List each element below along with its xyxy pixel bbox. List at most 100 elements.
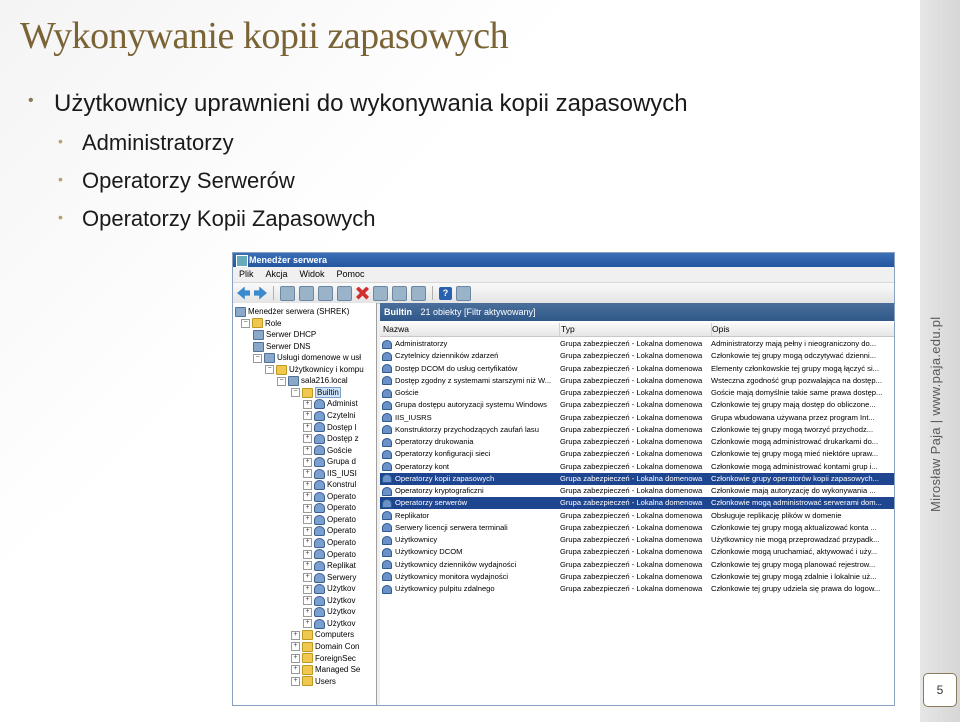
expand-toggle-icon[interactable]: + (303, 411, 312, 421)
tree-item[interactable]: + Operato (303, 491, 356, 503)
back-arrow-icon[interactable] (237, 286, 250, 300)
group-row[interactable]: Operatorzy serwerów Grupa zabezpieczeń - … (380, 497, 894, 510)
expand-toggle-icon[interactable]: + (291, 642, 300, 652)
expand-toggle-icon[interactable]: − (277, 376, 286, 386)
group-row[interactable]: Operatorzy kont Grupa zabezpieczeń - Loka… (380, 461, 894, 473)
delete-icon[interactable] (356, 286, 369, 300)
group-row[interactable]: Użytkownicy pulpitu zdalnego Grupa zabezp… (380, 583, 894, 595)
expand-toggle-icon[interactable]: + (303, 480, 312, 490)
filter-icon[interactable] (456, 285, 471, 301)
menu-view[interactable]: Widok (300, 267, 325, 282)
expand-toggle-icon[interactable]: + (303, 434, 312, 444)
tree-item[interactable]: + Operato (303, 537, 356, 549)
tree-item[interactable]: + Operato (303, 502, 356, 514)
tree-item[interactable]: Serwer DNS (253, 341, 310, 353)
expand-toggle-icon[interactable]: + (303, 399, 312, 409)
tree-item[interactable]: − sala216.local (277, 375, 348, 387)
expand-toggle-icon[interactable]: + (303, 445, 312, 455)
group-row[interactable]: Grupa dostępu autoryzacji systemu Window… (380, 399, 894, 411)
tree-item[interactable]: − Role (241, 318, 281, 330)
cut-icon[interactable] (318, 285, 333, 301)
group-row[interactable]: Goście Grupa zabezpieczeń - Lokalna domen… (380, 387, 894, 399)
tree-item[interactable]: Menedżer serwera (SHREK) (235, 306, 349, 318)
group-row[interactable]: Użytkownicy dzienników wydajności Grupa z… (380, 559, 894, 571)
copy-icon[interactable] (337, 285, 352, 301)
group-row[interactable]: IIS_IUSRS Grupa zabezpieczeń - Lokalna do… (380, 412, 894, 424)
group-row[interactable]: Dostęp DCOM do usług certyfikatów Grupa z… (380, 363, 894, 375)
tree-item[interactable]: − Użytkownicy i kompu (265, 364, 364, 376)
tree-item[interactable]: + Managed Se (291, 664, 360, 676)
expand-toggle-icon[interactable]: + (303, 561, 312, 571)
column-name[interactable]: Nazwa (380, 323, 560, 336)
expand-toggle-icon[interactable]: + (303, 607, 312, 617)
export-icon[interactable] (411, 285, 426, 301)
menu-file[interactable]: Plik (239, 267, 254, 282)
group-row[interactable]: Operatorzy kopii zapasowych Grupa zabezpi… (380, 472, 894, 485)
properties-icon[interactable] (373, 285, 388, 301)
group-row[interactable]: Czytelnicy dzienników zdarzeń Grupa zabez… (380, 350, 894, 362)
group-row[interactable]: Serwery licencji serwera terminali Grupa … (380, 522, 894, 534)
expand-toggle-icon[interactable]: + (303, 619, 312, 629)
window-titlebar[interactable]: Menedżer serwera (233, 253, 894, 267)
group-row[interactable]: Administratorzy Grupa zabezpieczeń - Loka… (380, 338, 894, 350)
menu-action[interactable]: Akcja (266, 267, 288, 282)
tree-item[interactable]: Serwer DHCP (253, 329, 316, 341)
expand-toggle-icon[interactable]: + (291, 665, 300, 675)
help-icon[interactable]: ? (439, 286, 452, 300)
expand-toggle-icon[interactable]: + (303, 515, 312, 525)
group-row[interactable]: Dostęp zgodny z systemami starszymi niż … (380, 375, 894, 387)
tree-item[interactable]: + Dostęp l (303, 422, 356, 434)
tree-item[interactable]: − Usługi domenowe w usł (253, 352, 361, 364)
expand-toggle-icon[interactable]: − (265, 365, 274, 375)
tree-item[interactable]: + Konstrul (303, 479, 356, 491)
tree-item[interactable]: − Builtin (291, 386, 341, 399)
tree-item[interactable]: + Grupa d (303, 456, 356, 468)
expand-toggle-icon[interactable]: + (303, 526, 312, 536)
expand-toggle-icon[interactable]: − (291, 388, 300, 398)
tree-item[interactable]: + Użytkov (303, 595, 355, 607)
tree-item[interactable]: + Replikat (303, 560, 356, 572)
tree-item[interactable]: + Operato (303, 549, 356, 561)
expand-toggle-icon[interactable]: + (303, 549, 312, 559)
expand-toggle-icon[interactable]: + (303, 573, 312, 583)
tree-item[interactable]: + Użytkov (303, 583, 355, 595)
expand-toggle-icon[interactable]: + (303, 584, 312, 594)
expand-toggle-icon[interactable]: + (303, 422, 312, 432)
tree-item[interactable]: + Computers (291, 629, 354, 641)
menu-help[interactable]: Pomoc (337, 267, 365, 282)
expand-toggle-icon[interactable]: + (291, 653, 300, 663)
tree-item[interactable]: + Serwery (303, 572, 356, 584)
group-row[interactable]: Operatorzy konfiguracji sieci Grupa zabez… (380, 448, 894, 460)
expand-toggle-icon[interactable]: + (303, 469, 312, 479)
refresh-icon[interactable] (392, 285, 407, 301)
group-row[interactable]: Operatorzy drukowania Grupa zabezpieczeń … (380, 436, 894, 448)
expand-toggle-icon[interactable]: + (303, 503, 312, 513)
group-row[interactable]: Użytkownicy DCOM Grupa zabezpieczeń - Lok… (380, 546, 894, 558)
forward-arrow-icon[interactable] (254, 286, 267, 300)
expand-toggle-icon[interactable]: + (303, 538, 312, 548)
tree-item[interactable]: + Operato (303, 525, 356, 537)
expand-toggle-icon[interactable]: − (241, 318, 250, 328)
expand-toggle-icon[interactable]: + (291, 676, 300, 686)
tree-item[interactable]: + Użytkov (303, 618, 355, 630)
group-row[interactable]: Konstruktorzy przychodzących zaufań lasu… (380, 424, 894, 436)
group-row[interactable]: Użytkownicy monitora wydajności Grupa zab… (380, 571, 894, 583)
expand-toggle-icon[interactable]: + (291, 630, 300, 640)
group-row[interactable]: Użytkownicy Grupa zabezpieczeń - Lokalna … (380, 534, 894, 546)
group-row[interactable]: Replikator Grupa zabezpieczeń - Lokalna d… (380, 510, 894, 522)
expand-toggle-icon[interactable]: + (303, 457, 312, 467)
tree-item[interactable]: + Administ (303, 398, 358, 410)
column-type[interactable]: Typ (558, 323, 712, 336)
tree-item[interactable]: + Domain Con (291, 641, 359, 653)
up-folder-icon[interactable] (280, 285, 295, 301)
expand-toggle-icon[interactable]: − (253, 353, 262, 363)
tree-item[interactable]: + Operato (303, 514, 356, 526)
tree-item[interactable]: + ForeignSec (291, 653, 356, 665)
expand-toggle-icon[interactable]: + (303, 492, 312, 502)
tree-item[interactable]: + Goście (303, 445, 352, 457)
tree-toggle-icon[interactable] (299, 285, 314, 301)
column-description[interactable]: Opis (709, 323, 894, 336)
tree-item[interactable]: + IIS_IUSI (303, 468, 357, 480)
tree-item[interactable]: + Users (291, 676, 336, 688)
expand-toggle-icon[interactable]: + (303, 596, 312, 606)
